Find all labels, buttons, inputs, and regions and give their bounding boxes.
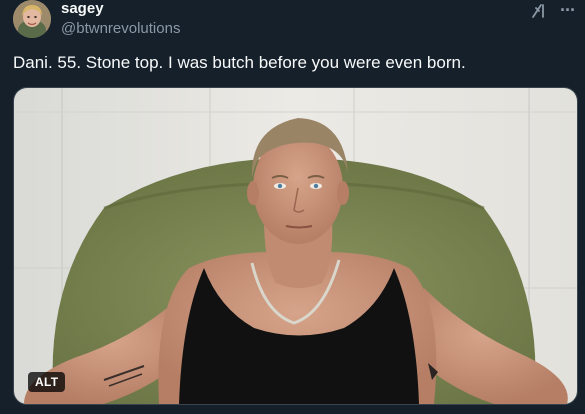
grok-icon[interactable]: [530, 2, 548, 20]
tweet: sagey @btwnrevolutions ··· Dani. 55. Sto…: [0, 0, 585, 414]
more-icon-glyph: ···: [560, 0, 576, 20]
alt-text-badge[interactable]: ALT: [28, 372, 66, 392]
avatar[interactable]: [13, 0, 51, 38]
display-name[interactable]: sagey: [61, 0, 180, 18]
more-icon[interactable]: ···: [560, 0, 576, 21]
tweet-actions-top: ···: [530, 0, 576, 21]
tweet-media-photo[interactable]: ALT: [13, 87, 578, 405]
author-block: sagey @btwnrevolutions: [61, 0, 180, 39]
tweet-text: Dani. 55. Stone top. I was butch before …: [13, 53, 466, 72]
handle[interactable]: @btwnrevolutions: [61, 19, 180, 39]
